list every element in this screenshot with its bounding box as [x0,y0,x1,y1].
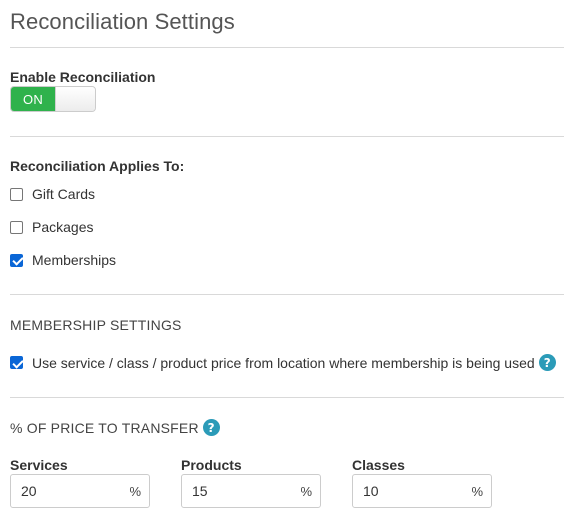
packages-label: Packages [32,219,94,235]
transfer-heading-row: % OF PRICE TO TRANSFER ? [10,419,220,436]
toggle-on-label: ON [11,87,55,111]
services-value: 20 [21,483,37,499]
products-label: Products [181,457,242,473]
classes-value: 10 [363,483,379,499]
enable-reconciliation-label: Enable Reconciliation [10,69,156,85]
services-label: Services [10,457,68,473]
toggle-knob [55,87,95,111]
divider [10,397,564,398]
percent-suffix: % [129,483,141,499]
products-value: 15 [192,483,208,499]
percent-suffix: % [471,483,483,499]
packages-checkbox[interactable] [10,220,23,234]
memberships-option[interactable]: Memberships [10,252,116,268]
divider [10,47,564,48]
gift-cards-label: Gift Cards [32,186,96,202]
services-percent-input[interactable]: 20 % [10,474,150,508]
page-title: Reconciliation Settings [10,9,235,34]
membership-settings-heading: MEMBERSHIP SETTINGS [10,317,182,333]
packages-option[interactable]: Packages [10,219,93,235]
gift-cards-checkbox[interactable] [10,187,23,201]
classes-label: Classes [352,457,405,473]
classes-percent-input[interactable]: 10 % [352,474,492,508]
memberships-label: Memberships [32,252,117,268]
question-circle-icon[interactable]: ? [538,354,556,371]
membership-price-label: Use service / class / product price from… [32,354,535,371]
question-circle-icon[interactable]: ? [202,419,220,436]
transfer-heading: % OF PRICE TO TRANSFER [10,419,199,436]
membership-price-checkbox[interactable] [10,356,23,369]
gift-cards-option[interactable]: Gift Cards [10,186,95,202]
applies-to-label: Reconciliation Applies To: [10,158,185,174]
memberships-checkbox[interactable] [10,253,23,267]
products-percent-input[interactable]: 15 % [181,474,321,508]
divider [10,136,564,137]
percent-suffix: % [300,483,312,499]
membership-price-option[interactable]: Use service / class / product price from… [10,354,556,371]
enable-reconciliation-toggle[interactable]: ON [10,86,96,112]
divider [10,294,564,295]
